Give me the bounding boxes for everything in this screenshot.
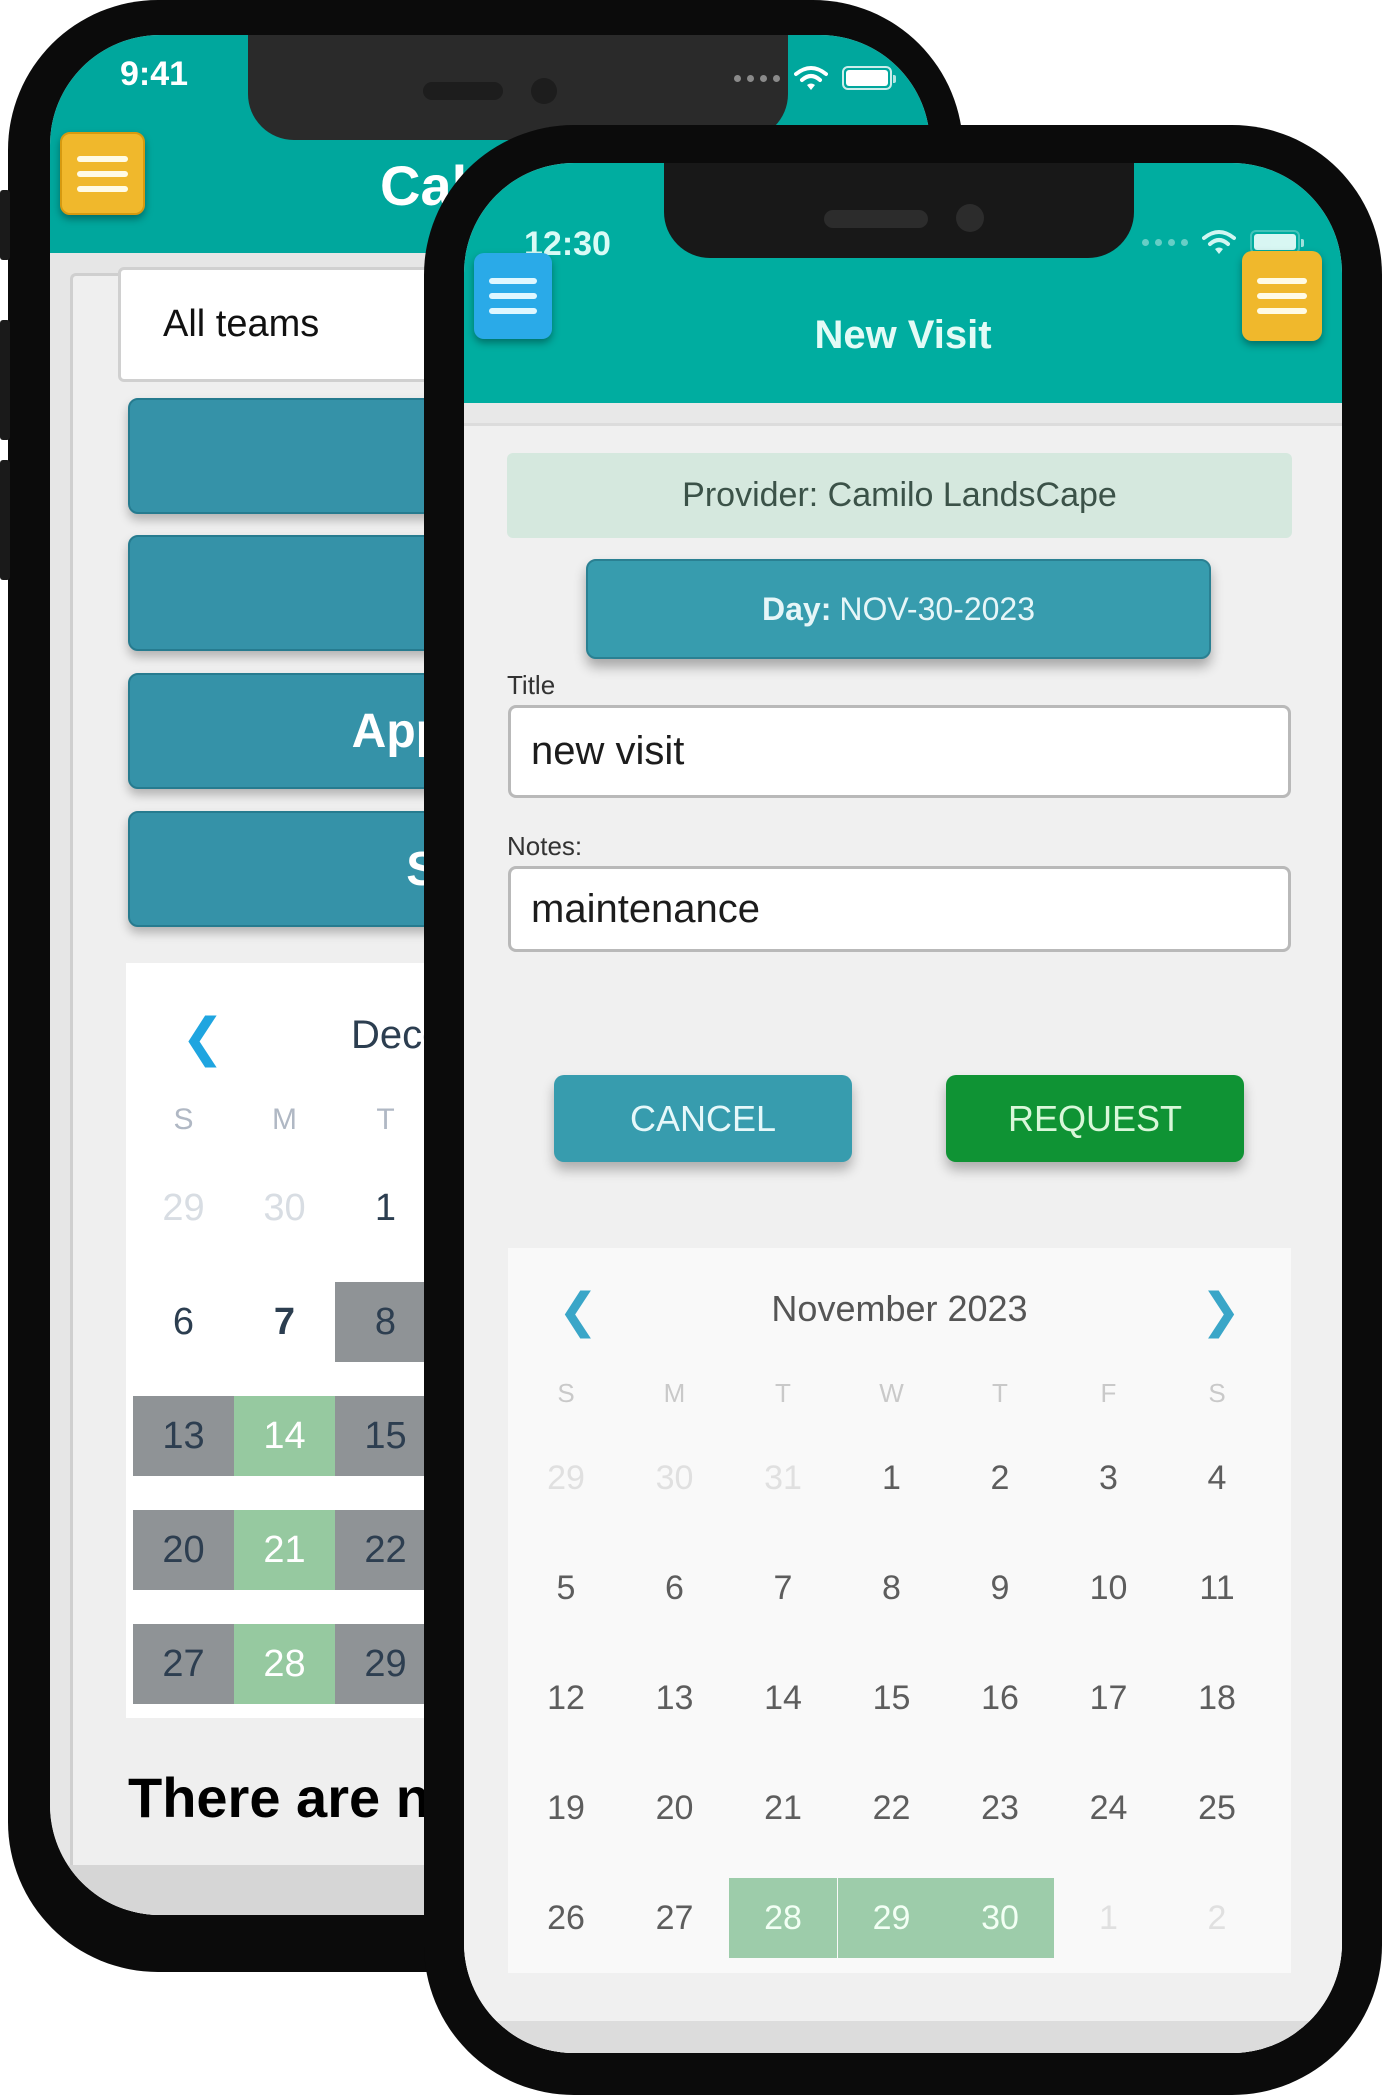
status-icons xyxy=(734,65,896,91)
calendar-day[interactable]: 21 xyxy=(234,1510,335,1590)
provider-label: Provider: Camilo LandsCape xyxy=(507,453,1292,538)
calendar-month-label: November 2023 xyxy=(771,1288,1028,1329)
weekday-header: T xyxy=(992,1378,1008,1408)
page-title: New Visit xyxy=(814,313,992,357)
weekday-header: S xyxy=(173,1103,194,1136)
calendar-day[interactable]: 13 xyxy=(133,1396,234,1476)
weekday-header: S xyxy=(1208,1378,1226,1408)
volume-up-button xyxy=(0,320,10,440)
mute-switch xyxy=(0,190,10,260)
calendar-day[interactable]: 12 xyxy=(512,1658,620,1738)
volume-down-button xyxy=(0,460,10,580)
calendar-day[interactable]: 21 xyxy=(729,1768,837,1848)
calendar-day[interactable]: 1 xyxy=(838,1438,946,1518)
title-input[interactable]: new visit xyxy=(508,705,1291,798)
calendar-day[interactable]: 25 xyxy=(1163,1768,1271,1848)
battery-icon xyxy=(842,66,896,90)
signal-icon xyxy=(734,74,780,82)
home-bar xyxy=(464,2021,1342,2053)
calendar-day[interactable]: 17 xyxy=(1055,1658,1163,1738)
weekday-header: S xyxy=(557,1378,575,1408)
calendar-day[interactable]: 7 xyxy=(729,1548,837,1628)
calendar-day[interactable]: 14 xyxy=(729,1658,837,1738)
front-phone-frame: 12:30 New Visit Provider: Camilo LandsCa… xyxy=(424,125,1382,2095)
weekday-header: T xyxy=(775,1378,791,1408)
calendar-day[interactable]: 22 xyxy=(335,1510,436,1590)
wifi-icon xyxy=(794,66,828,90)
calendar-day[interactable]: 1 xyxy=(1055,1878,1163,1958)
weekday-header: T xyxy=(376,1103,395,1136)
day-value: NOV-30-2023 xyxy=(839,590,1036,627)
calendar-day[interactable]: 2 xyxy=(946,1438,1054,1518)
calendar-day[interactable]: 31 xyxy=(729,1438,837,1518)
menu-button[interactable] xyxy=(60,132,145,215)
hamburger-icon xyxy=(1257,278,1307,284)
calendar-day[interactable]: 18 xyxy=(1163,1658,1271,1738)
calendar-day[interactable]: 13 xyxy=(621,1658,729,1738)
calendar-day[interactable]: 5 xyxy=(512,1548,620,1628)
hamburger-icon xyxy=(488,278,538,284)
notch xyxy=(664,163,1134,258)
calendar-day[interactable]: 19 xyxy=(512,1768,620,1848)
weekday-header: F xyxy=(1100,1378,1117,1408)
calendar-day[interactable]: 30 xyxy=(946,1878,1054,1958)
calendar-day[interactable]: 29 xyxy=(512,1438,620,1518)
calendar-day[interactable]: 7 xyxy=(234,1282,335,1362)
calendar-day[interactable]: 20 xyxy=(133,1510,234,1590)
signal-icon xyxy=(1142,238,1188,246)
notes-input[interactable]: maintenance xyxy=(508,866,1291,952)
calendar-day[interactable]: 28 xyxy=(234,1624,335,1704)
status-time: 9:41 xyxy=(120,55,189,93)
front-camera xyxy=(956,204,984,232)
calendar-day[interactable]: 2 xyxy=(1163,1878,1271,1958)
chevron-left-icon[interactable]: ❮ xyxy=(181,1008,225,1068)
day-picker-button[interactable]: Day: NOV-30-2023 xyxy=(586,559,1211,659)
calendar-day[interactable]: 11 xyxy=(1163,1548,1271,1628)
calendar-day[interactable]: 30 xyxy=(234,1168,335,1248)
calendar-day[interactable]: 29 xyxy=(133,1168,234,1248)
weekday-header: W xyxy=(879,1378,904,1408)
speaker xyxy=(824,210,928,228)
hamburger-icon xyxy=(77,155,128,162)
cancel-button[interactable]: CANCEL xyxy=(554,1075,852,1162)
calendar-day[interactable]: 27 xyxy=(133,1624,234,1704)
right-menu-button[interactable] xyxy=(1242,251,1322,341)
calendar-day[interactable]: 22 xyxy=(838,1768,946,1848)
front-camera xyxy=(531,78,557,104)
calendar-day[interactable]: 14 xyxy=(234,1396,335,1476)
calendar-day[interactable]: 6 xyxy=(621,1548,729,1628)
calendar-day[interactable]: 15 xyxy=(838,1658,946,1738)
calendar-day[interactable]: 27 xyxy=(621,1878,729,1958)
calendar-day[interactable]: 1 xyxy=(335,1168,436,1248)
calendar-day[interactable]: 29 xyxy=(335,1624,436,1704)
calendar-day[interactable]: 26 xyxy=(512,1878,620,1958)
title-label: Title xyxy=(507,670,556,700)
calendar-day[interactable]: 8 xyxy=(838,1548,946,1628)
weekday-header: M xyxy=(663,1378,686,1408)
calendar-day[interactable]: 23 xyxy=(946,1768,1054,1848)
calendar-day[interactable]: 8 xyxy=(335,1282,436,1362)
calendar-day[interactable]: 16 xyxy=(946,1658,1054,1738)
front-app-header: 12:30 New Visit xyxy=(464,163,1342,403)
calendar-day[interactable]: 9 xyxy=(946,1548,1054,1628)
calendar-day[interactable]: 20 xyxy=(621,1768,729,1848)
calendar-day[interactable]: 10 xyxy=(1055,1548,1163,1628)
calendar-day[interactable]: 29 xyxy=(837,1878,946,1958)
request-button[interactable]: REQUEST xyxy=(946,1075,1244,1162)
notes-label: Notes: xyxy=(507,831,583,861)
chevron-right-icon[interactable]: ❯ xyxy=(1201,1283,1241,1339)
calendar-day[interactable]: 15 xyxy=(335,1396,436,1476)
day-prefix: Day: xyxy=(761,590,832,627)
front-calendar: ❮ November 2023 ❯ S M T W T F S 29 30 31 1 2 3 4 5 6 7 8 9… xyxy=(508,1248,1291,1973)
calendar-day[interactable]: 30 xyxy=(621,1438,729,1518)
front-phone-screen: 12:30 New Visit Provider: Camilo LandsCa… xyxy=(464,163,1342,2053)
calendar-day[interactable]: 4 xyxy=(1163,1438,1271,1518)
calendar-day[interactable]: 3 xyxy=(1055,1438,1163,1518)
calendar-day[interactable]: 24 xyxy=(1055,1768,1163,1848)
calendar-day[interactable]: 6 xyxy=(133,1282,234,1362)
speaker xyxy=(423,82,503,100)
calendar-day[interactable]: 28 xyxy=(729,1878,837,1958)
weekday-header: M xyxy=(272,1103,297,1136)
wifi-icon xyxy=(1202,230,1236,254)
